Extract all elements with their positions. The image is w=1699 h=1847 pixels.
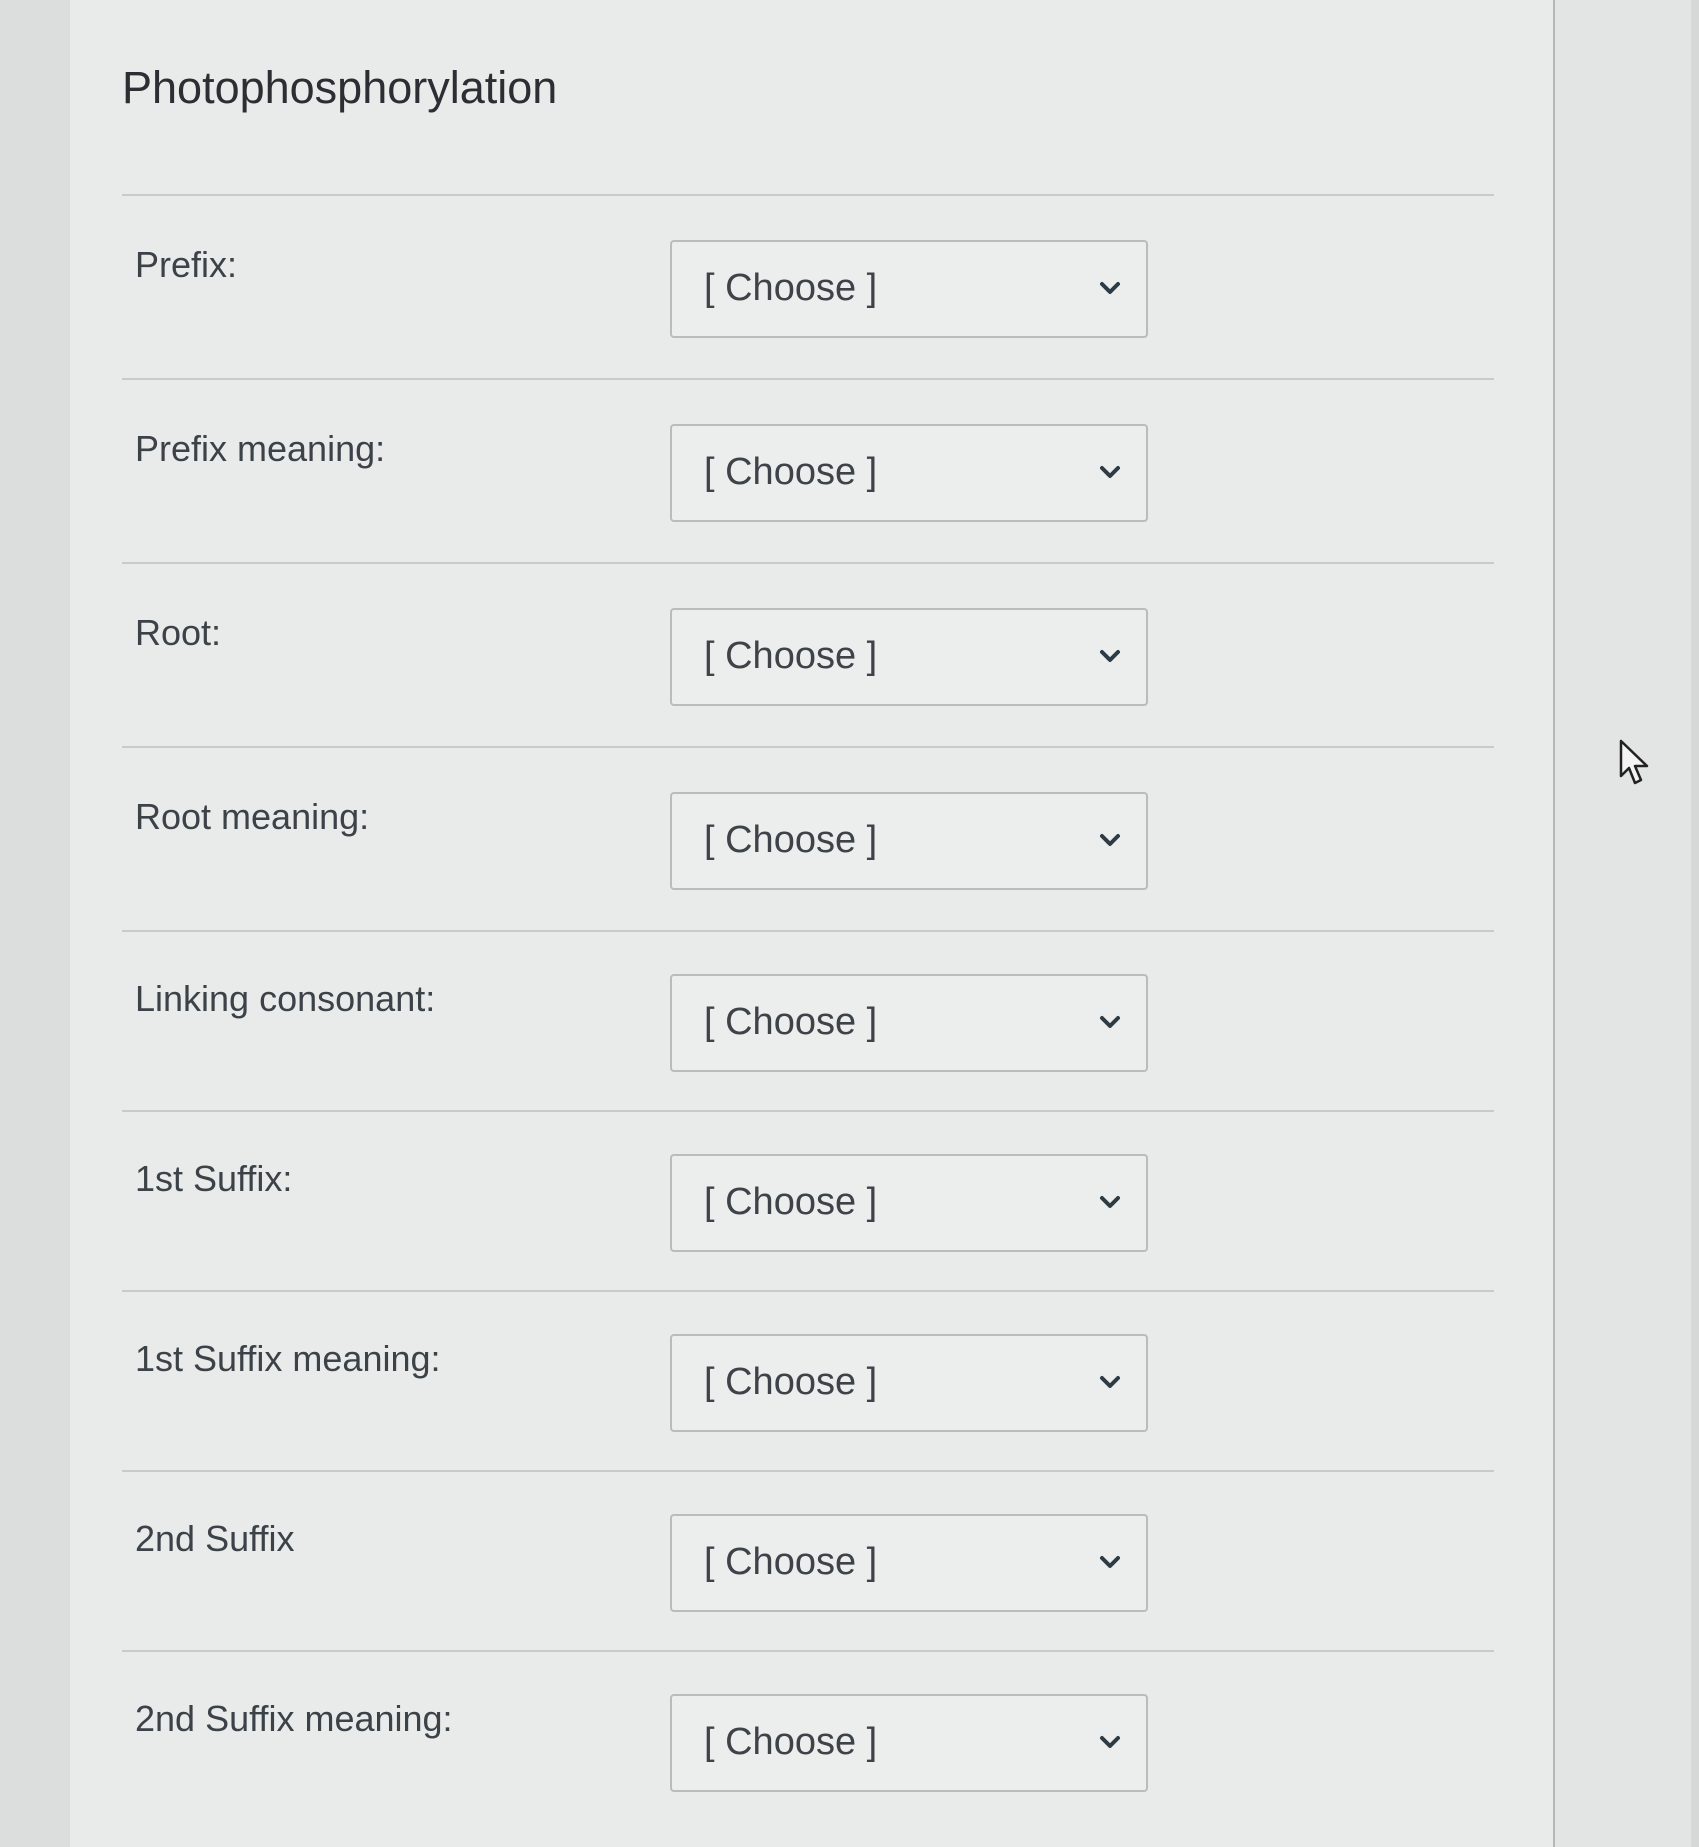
- root-meaning-select[interactable]: [ Choose ]: [670, 792, 1148, 890]
- select-value: [ Choose ]: [704, 635, 878, 677]
- label-2nd-suffix: 2nd Suffix: [135, 1518, 295, 1559]
- question-title: Photophosphorylation: [122, 62, 558, 113]
- 2nd-suffix-meaning-select[interactable]: [ Choose ]: [670, 1694, 1148, 1792]
- mouse-cursor-icon: [1619, 739, 1649, 785]
- label-1st-suffix: 1st Suffix:: [135, 1158, 293, 1199]
- prefix-meaning-select[interactable]: [ Choose ]: [670, 424, 1148, 522]
- divider: [122, 562, 1494, 564]
- divider: [122, 194, 1494, 196]
- label-linking-consonant: Linking consonant:: [135, 978, 436, 1019]
- page-left-margin: [0, 0, 71, 1847]
- root-select[interactable]: [ Choose ]: [670, 608, 1148, 706]
- divider: [122, 746, 1494, 748]
- select-value: [ Choose ]: [704, 1361, 878, 1403]
- label-2nd-suffix-meaning: 2nd Suffix meaning:: [135, 1698, 453, 1739]
- label-prefix-meaning: Prefix meaning:: [135, 428, 386, 469]
- select-value: [ Choose ]: [704, 1721, 878, 1763]
- chevron-down-icon: [1100, 1736, 1120, 1748]
- select-value: [ Choose ]: [704, 451, 878, 493]
- label-prefix: Prefix:: [135, 244, 238, 285]
- 1st-suffix-select[interactable]: [ Choose ]: [670, 1154, 1148, 1252]
- page-right-margin: [1556, 0, 1699, 1847]
- divider: [122, 1470, 1494, 1472]
- scrollbar[interactable]: [1691, 0, 1699, 1847]
- chevron-down-icon: [1100, 1556, 1120, 1568]
- chevron-down-icon: [1100, 1196, 1120, 1208]
- divider: [122, 1110, 1494, 1112]
- select-value: [ Choose ]: [704, 819, 878, 861]
- question-panel: Photophosphorylation Prefix: [ Choose ] …: [70, 0, 1555, 1847]
- chevron-down-icon: [1100, 834, 1120, 846]
- select-value: [ Choose ]: [704, 267, 878, 309]
- divider: [122, 1290, 1494, 1292]
- 1st-suffix-meaning-select[interactable]: [ Choose ]: [670, 1334, 1148, 1432]
- divider: [122, 378, 1494, 380]
- chevron-down-icon: [1100, 282, 1120, 294]
- linking-consonant-select[interactable]: [ Choose ]: [670, 974, 1148, 1072]
- chevron-down-icon: [1100, 1016, 1120, 1028]
- label-1st-suffix-meaning: 1st Suffix meaning:: [135, 1338, 441, 1379]
- label-root-meaning: Root meaning:: [135, 796, 370, 837]
- chevron-down-icon: [1100, 1376, 1120, 1388]
- chevron-down-icon: [1100, 466, 1120, 478]
- select-value: [ Choose ]: [704, 1541, 878, 1583]
- select-value: [ Choose ]: [704, 1001, 878, 1043]
- chevron-down-icon: [1100, 650, 1120, 662]
- prefix-select[interactable]: [ Choose ]: [670, 240, 1148, 338]
- 2nd-suffix-select[interactable]: [ Choose ]: [670, 1514, 1148, 1612]
- select-value: [ Choose ]: [704, 1181, 878, 1223]
- divider: [122, 930, 1494, 932]
- divider: [122, 1650, 1494, 1652]
- label-root: Root:: [135, 612, 222, 653]
